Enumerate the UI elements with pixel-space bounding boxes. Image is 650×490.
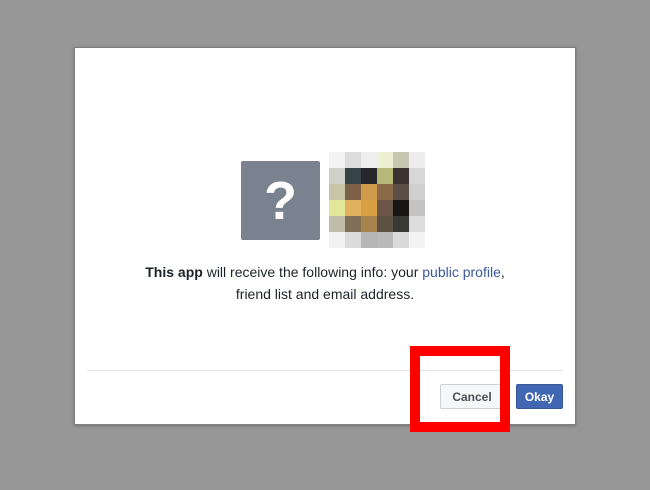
permission-dialog: ? This app will receive the following in… <box>74 47 576 425</box>
avatar-pixel <box>329 152 345 168</box>
avatar-pixel <box>329 232 345 248</box>
avatar-pixel <box>409 184 425 200</box>
avatar-pixel <box>393 232 409 248</box>
footer-divider <box>87 370 563 371</box>
avatar-pixel <box>329 184 345 200</box>
avatar-pixel <box>377 184 393 200</box>
avatar-pixel <box>409 168 425 184</box>
avatar-pixel <box>377 152 393 168</box>
avatar-pixel <box>377 200 393 216</box>
avatar-pixel <box>361 168 377 184</box>
public-profile-link[interactable]: public profile <box>422 264 501 280</box>
avatar-pixel <box>361 200 377 216</box>
avatar-pixel <box>377 168 393 184</box>
avatar-pixel <box>409 152 425 168</box>
avatar-pixel <box>361 184 377 200</box>
question-mark-icon: ? <box>241 161 320 240</box>
avatar-pixel <box>329 200 345 216</box>
avatar-pixel <box>393 184 409 200</box>
avatar-pixel <box>393 152 409 168</box>
avatar-pixel <box>393 200 409 216</box>
avatar-pixel <box>393 168 409 184</box>
avatar-pixel <box>361 216 377 232</box>
app-name: This app <box>145 264 203 280</box>
avatar-pixel <box>377 232 393 248</box>
avatar-pixel <box>345 216 361 232</box>
avatar-pixel <box>377 216 393 232</box>
avatar-pixel <box>329 168 345 184</box>
permission-info-text: This app will receive the following info… <box>135 261 515 305</box>
avatar-pixel <box>345 232 361 248</box>
avatar-pixel <box>409 216 425 232</box>
info-text-part1: will receive the following info: your <box>202 264 423 280</box>
cancel-button[interactable]: Cancel <box>440 384 504 409</box>
avatar-pixel <box>345 200 361 216</box>
avatar-pixel <box>345 168 361 184</box>
okay-button[interactable]: Okay <box>516 384 563 409</box>
avatar-pixel <box>361 152 377 168</box>
avatar-pixel <box>393 216 409 232</box>
avatar-pixel <box>329 216 345 232</box>
avatar-pixel <box>409 200 425 216</box>
avatar-pixel <box>345 184 361 200</box>
avatar-pixel <box>409 232 425 248</box>
avatar-pixel <box>345 152 361 168</box>
avatar-pixel <box>361 232 377 248</box>
user-avatar <box>329 152 425 248</box>
